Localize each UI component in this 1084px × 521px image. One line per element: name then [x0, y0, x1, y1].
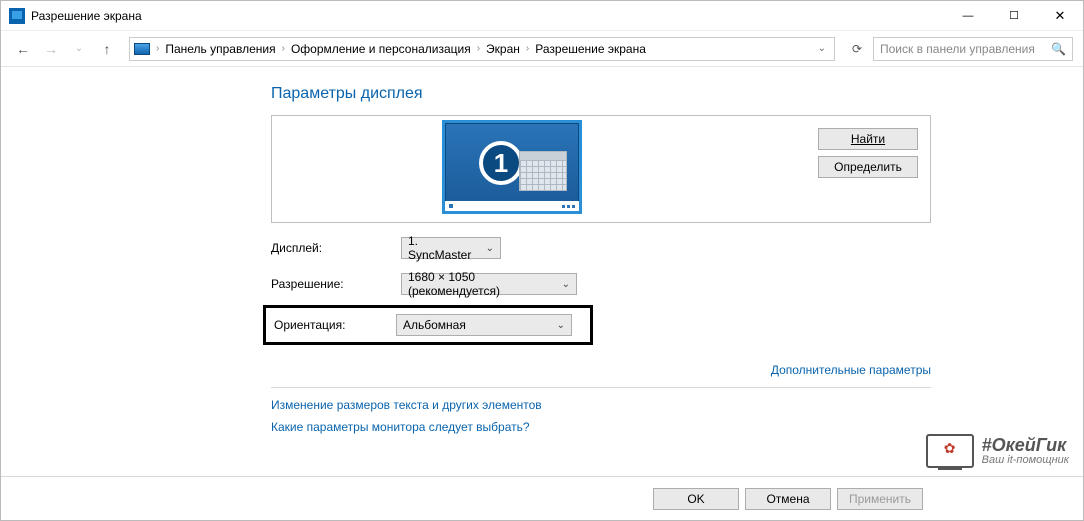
chevron-right-icon: › — [524, 43, 531, 54]
monitor-number-badge: 1 — [479, 141, 523, 185]
recent-dropdown-icon[interactable]: ⌄ — [67, 37, 91, 61]
advanced-link-row: Дополнительные параметры — [271, 363, 931, 377]
watermark: #ОкейГик Ваш it-помощник — [926, 434, 1069, 468]
apply-button[interactable]: Применить — [837, 488, 923, 510]
find-button[interactable]: Найти — [818, 128, 918, 150]
advanced-settings-link[interactable]: Дополнительные параметры — [771, 363, 931, 377]
chevron-right-icon: › — [280, 43, 287, 54]
which-settings-link[interactable]: Какие параметры монитора следует выбрать… — [271, 420, 530, 434]
close-button[interactable]: ✕ — [1037, 1, 1083, 31]
content-area: Параметры дисплея 1 Найти Определить Дис… — [1, 67, 941, 434]
orientation-select[interactable]: Альбомная ⌄ — [396, 314, 572, 336]
preview-buttons: Найти Определить — [818, 128, 918, 178]
breadcrumb-item[interactable]: Панель управления — [165, 42, 275, 56]
display-label: Дисплей: — [271, 241, 401, 255]
display-preview-box: 1 Найти Определить — [271, 115, 931, 223]
address-dropdown-icon[interactable]: ⌄ — [814, 43, 830, 54]
ok-button[interactable]: OK — [653, 488, 739, 510]
search-placeholder: Поиск в панели управления — [880, 42, 1035, 56]
page-heading: Параметры дисплея — [271, 85, 941, 103]
navbar: ← → ⌄ ↑ › Панель управления › Оформление… — [1, 31, 1083, 67]
display-row: Дисплей: 1. SyncMaster ⌄ — [271, 237, 931, 259]
resolution-value: 1680 × 1050 (рекомендуется) — [408, 270, 554, 298]
calendar-icon — [519, 151, 567, 191]
breadcrumb-item[interactable]: Экран — [486, 42, 520, 56]
monitor-taskbar — [445, 201, 579, 211]
chevron-down-icon: ⌄ — [478, 243, 494, 254]
up-button[interactable]: ↑ — [95, 37, 119, 61]
chevron-right-icon: › — [475, 43, 482, 54]
detect-button[interactable]: Определить — [818, 156, 918, 178]
orientation-row-highlighted: Ориентация: Альбомная ⌄ — [263, 305, 593, 345]
maximize-button[interactable]: ☐ — [991, 1, 1037, 31]
monitor-preview[interactable]: 1 — [442, 120, 582, 214]
breadcrumb-item[interactable]: Оформление и персонализация — [291, 42, 471, 56]
address-bar[interactable]: › Панель управления › Оформление и персо… — [129, 37, 835, 61]
orientation-label: Ориентация: — [274, 318, 396, 332]
window-buttons: — ☐ ✕ — [945, 1, 1083, 31]
resolution-label: Разрешение: — [271, 277, 401, 291]
refresh-button[interactable]: ⟳ — [845, 37, 869, 61]
display-select[interactable]: 1. SyncMaster ⌄ — [401, 237, 501, 259]
window-title: Разрешение экрана — [31, 9, 142, 23]
resolution-select[interactable]: 1680 × 1050 (рекомендуется) ⌄ — [401, 273, 577, 295]
titlebar: Разрешение экрана — ☐ ✕ — [1, 1, 1083, 31]
window-icon — [9, 8, 25, 24]
chevron-down-icon: ⌄ — [554, 279, 570, 290]
search-icon: 🔍 — [1051, 42, 1066, 56]
watermark-title: #ОкейГик — [982, 436, 1069, 454]
forward-button[interactable]: → — [39, 37, 63, 61]
control-panel-icon — [134, 43, 150, 55]
divider — [271, 387, 931, 388]
display-value: 1. SyncMaster — [408, 234, 478, 262]
watermark-icon — [926, 434, 974, 468]
footer-buttons: OK Отмена Применить — [1, 476, 1083, 520]
search-input[interactable]: Поиск в панели управления 🔍 — [873, 37, 1073, 61]
chevron-right-icon: › — [154, 43, 161, 54]
breadcrumb-item[interactable]: Разрешение экрана — [535, 42, 646, 56]
chevron-down-icon: ⌄ — [549, 320, 565, 331]
minimize-button[interactable]: — — [945, 1, 991, 31]
resolution-row: Разрешение: 1680 × 1050 (рекомендуется) … — [271, 273, 931, 295]
watermark-subtitle: Ваш it-помощник — [982, 454, 1069, 466]
orientation-value: Альбомная — [403, 318, 466, 332]
cancel-button[interactable]: Отмена — [745, 488, 831, 510]
help-links: Изменение размеров текста и других элеме… — [271, 398, 941, 434]
back-button[interactable]: ← — [11, 37, 35, 61]
resize-text-link[interactable]: Изменение размеров текста и других элеме… — [271, 398, 542, 412]
